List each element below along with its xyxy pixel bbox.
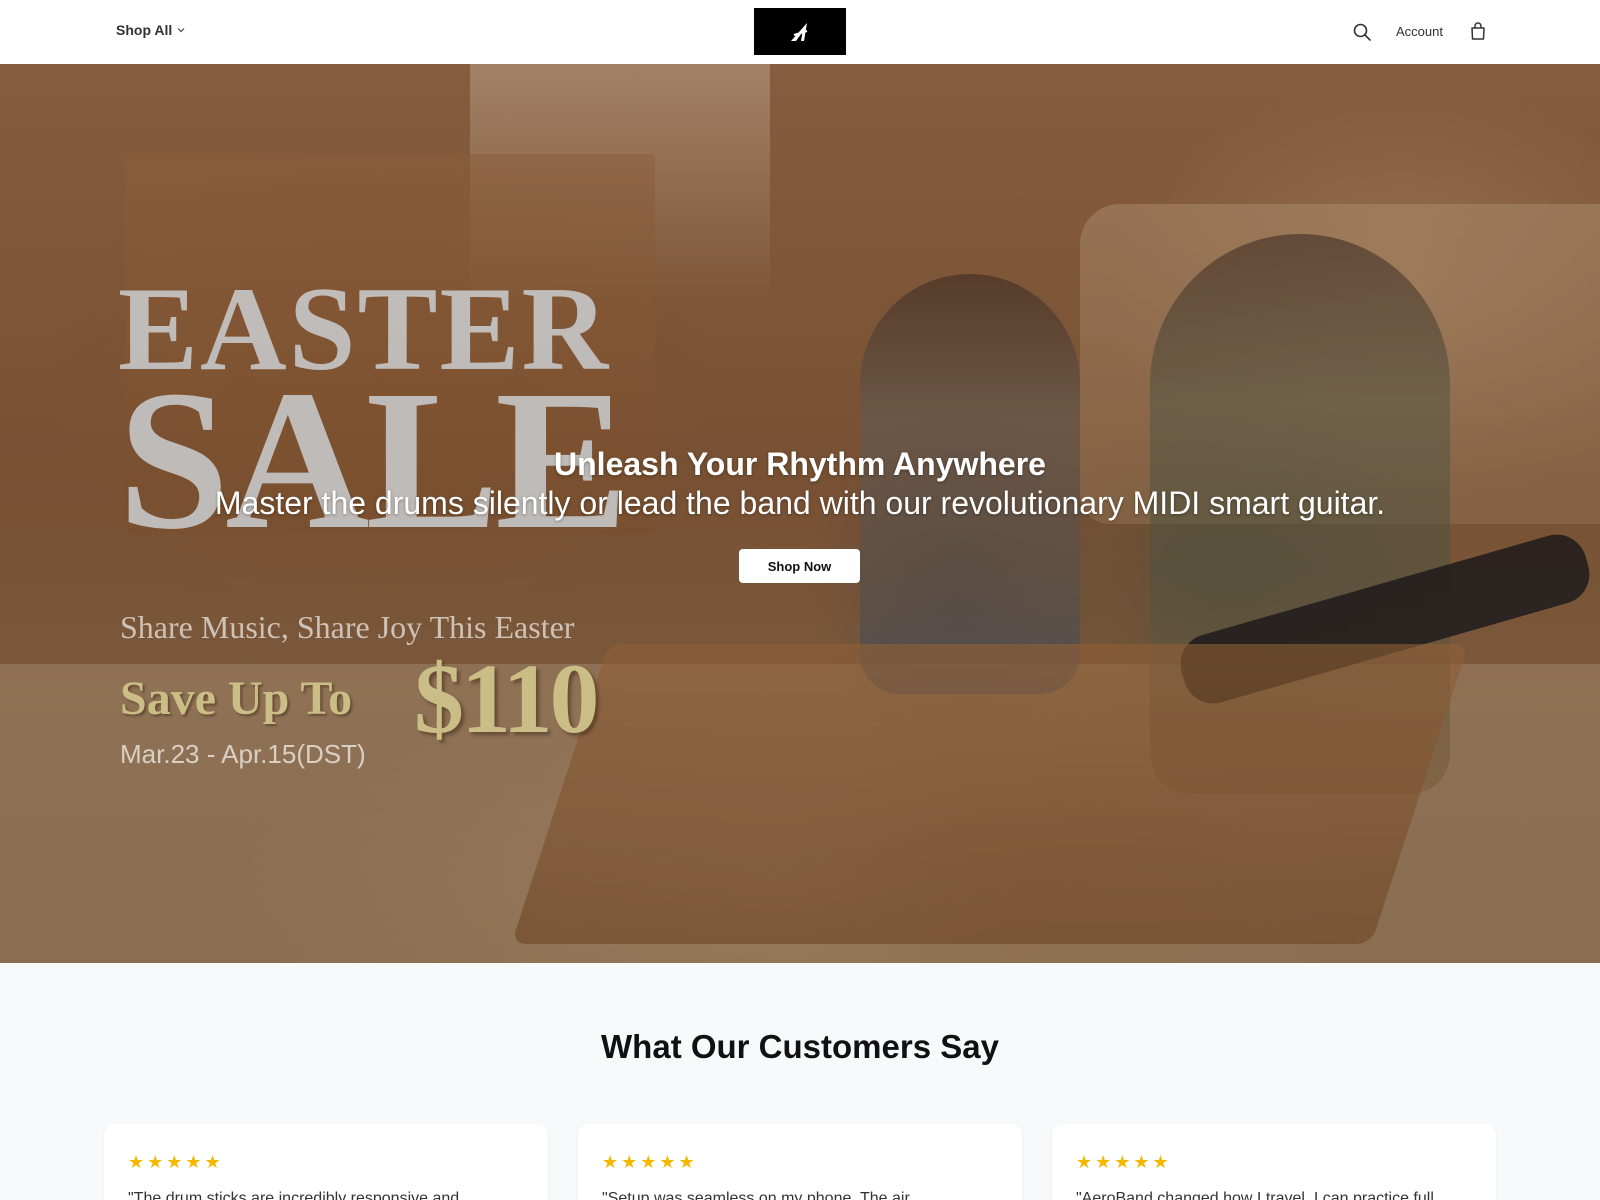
promo-save-label: Save Up To: [120, 672, 353, 725]
logo[interactable]: [754, 8, 846, 55]
hero-subtitle: Master the drums silently or lead the ba…: [214, 485, 1386, 521]
testimonial-quote: "Setup was seamless on my phone. The air: [602, 1190, 910, 1200]
testimonial-quote: "The drum sticks are incredibly responsi…: [128, 1190, 460, 1200]
testimonial-card: ★★★★★ "Setup was seamless on my phone. T…: [578, 1124, 1022, 1200]
promo-amount: $110: [414, 643, 599, 754]
shop-all-label: Shop All: [116, 22, 173, 38]
search-icon[interactable]: [1352, 22, 1372, 42]
shop-now-button[interactable]: Shop Now: [739, 549, 860, 583]
testimonials-title: What Our Customers Say: [601, 1028, 999, 1065]
star-rating: ★★★★★: [128, 1152, 224, 1172]
logo-mark-icon: [791, 22, 808, 41]
site-header: Shop All Account: [0, 0, 1600, 64]
hero-title: Unleash Your Rhythm Anywhere: [554, 446, 1046, 482]
hero-banner: EASTER SALE Share Music, Share Joy This …: [0, 64, 1600, 963]
star-rating: ★★★★★: [1076, 1152, 1172, 1172]
testimonial-card: ★★★★★ "AeroBand changed how I travel. I …: [1052, 1124, 1496, 1200]
chevron-down-icon: [177, 28, 185, 33]
star-rating: ★★★★★: [602, 1152, 698, 1172]
shop-all-menu[interactable]: Shop All: [116, 22, 186, 38]
testimonial-card: ★★★★★ "The drum sticks are incredibly re…: [104, 1124, 548, 1200]
testimonial-quote: "AeroBand changed how I travel. I can pr…: [1076, 1190, 1434, 1200]
bag-icon[interactable]: [1468, 21, 1488, 41]
promo-dates: Mar.23 - Apr.15(DST): [120, 739, 366, 769]
account-link[interactable]: Account: [1396, 24, 1443, 39]
